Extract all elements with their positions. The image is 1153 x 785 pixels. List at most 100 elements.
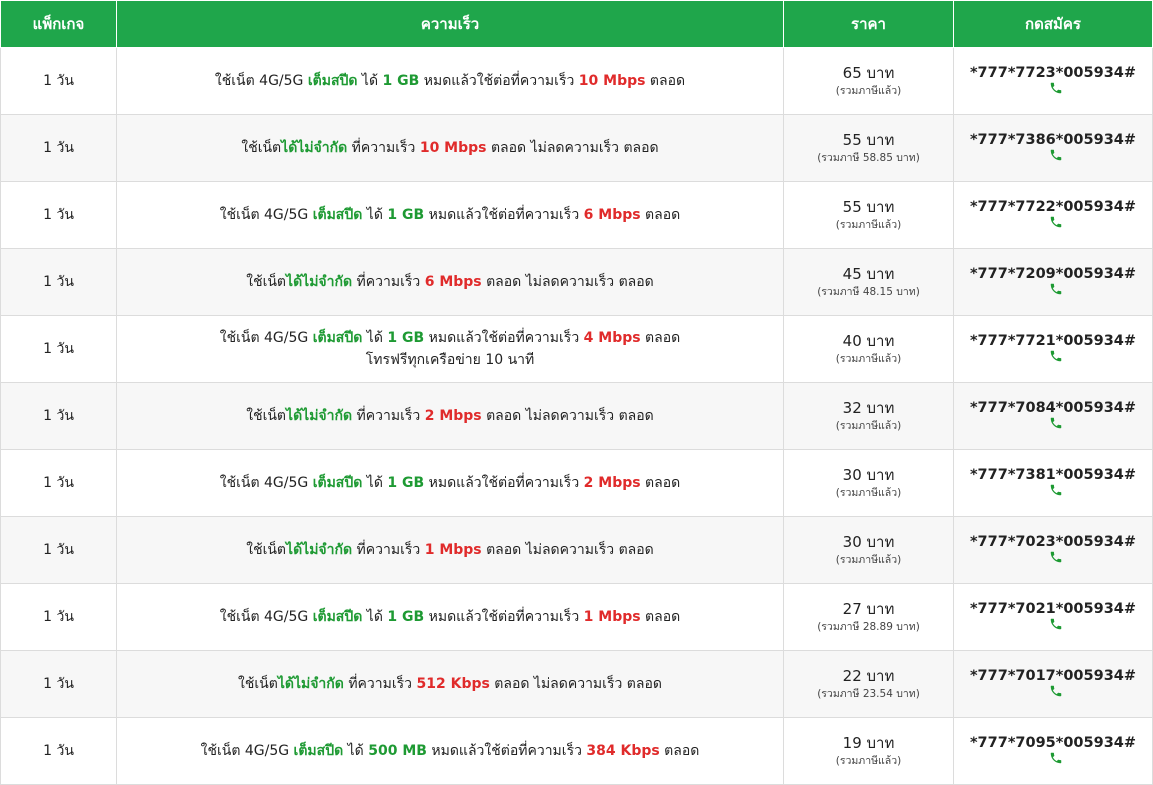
- dial-code[interactable]: *777*7017*005934#: [970, 668, 1136, 684]
- desc-text: ใช้เน็ต: [246, 408, 287, 424]
- price-value: 27 บาท: [842, 600, 895, 618]
- dial-code-cell[interactable]: *777*7721*005934#: [953, 315, 1153, 383]
- desc-text: ได้: [362, 475, 388, 491]
- price-tax-note: (รวมภาษีแล้ว): [835, 85, 902, 97]
- package-price: 40 บาท (รวมภาษีแล้ว): [783, 315, 954, 383]
- desc-highlight-speed: 512 Kbps: [416, 676, 490, 692]
- dial-code[interactable]: *777*7084*005934#: [970, 400, 1136, 416]
- package-price: 30 บาท (รวมภาษีแล้ว): [783, 449, 954, 517]
- desc-highlight-unlimited: ได้ไม่จำกัด: [277, 676, 344, 692]
- desc-highlight-speed: 6 Mbps: [583, 207, 641, 223]
- desc-highlight-unlimited: ได้ไม่จำกัด: [281, 140, 348, 156]
- table-row: 1 วัน ใช้เน็ต 4G/5G เต็มสปีด ได้ 1 GB หมด…: [0, 315, 1153, 383]
- dial-code[interactable]: *777*7021*005934#: [970, 601, 1136, 617]
- dial-code[interactable]: *777*7723*005934#: [970, 65, 1136, 81]
- desc-text: ที่ความเร็ว: [352, 408, 425, 424]
- package-duration: 1 วัน: [0, 583, 117, 651]
- desc-highlight-speed: 4 Mbps: [583, 330, 641, 346]
- desc-text: ได้: [362, 207, 388, 223]
- package-duration: 1 วัน: [0, 717, 117, 785]
- package-price: 19 บาท (รวมภาษีแล้ว): [783, 717, 954, 785]
- phone-icon: [1050, 350, 1062, 362]
- dial-code[interactable]: *777*7381*005934#: [970, 467, 1136, 483]
- price-tax-note: (รวมภาษี 28.89 บาท): [817, 621, 920, 633]
- table-row: 1 วัน ใช้เน็ตได้ไม่จำกัด ที่ความเร็ว 1 Mb…: [0, 516, 1153, 584]
- dial-code-cell[interactable]: *777*7209*005934#: [953, 248, 1153, 316]
- desc-text: ใช้เน็ต: [246, 274, 287, 290]
- dial-code-cell[interactable]: *777*7723*005934#: [953, 47, 1153, 115]
- desc-text: ได้: [362, 330, 388, 346]
- desc-highlight-fullspeed: เต็มสปีด: [312, 207, 363, 223]
- price-tax-note: (รวมภาษีแล้ว): [835, 219, 902, 231]
- package-description: ใช้เน็ต 4G/5G เต็มสปีด ได้ 1 GB หมดแล้วใ…: [116, 181, 784, 249]
- dial-code[interactable]: *777*7209*005934#: [970, 266, 1136, 282]
- price-value: 30 บาท: [842, 533, 895, 551]
- dial-code-cell[interactable]: *777*7021*005934#: [953, 583, 1153, 651]
- dial-code[interactable]: *777*7722*005934#: [970, 199, 1136, 215]
- package-price: 55 บาท (รวมภาษีแล้ว): [783, 181, 954, 249]
- dial-code[interactable]: *777*7023*005934#: [970, 534, 1136, 550]
- phone-icon: [1050, 484, 1062, 496]
- dial-code-cell[interactable]: *777*7023*005934#: [953, 516, 1153, 584]
- package-description: ใช้เน็ต 4G/5G เต็มสปีด ได้ 500 MB หมดแล้…: [116, 717, 784, 785]
- dial-code-cell[interactable]: *777*7381*005934#: [953, 449, 1153, 517]
- price-value: 19 บาท: [842, 734, 895, 752]
- desc-highlight-quota: 1 GB: [382, 73, 420, 89]
- desc-highlight-speed: 2 Mbps: [424, 408, 482, 424]
- dial-code[interactable]: *777*7095*005934#: [970, 735, 1136, 751]
- price-tax-note: (รวมภาษี 23.54 บาท): [817, 688, 920, 700]
- header-dial: กดสมัคร: [953, 0, 1153, 48]
- package-price: 27 บาท (รวมภาษี 28.89 บาท): [783, 583, 954, 651]
- desc-text: ใช้เน็ต: [246, 542, 287, 558]
- price-value: 65 บาท: [842, 64, 895, 82]
- package-description: ใช้เน็ตได้ไม่จำกัด ที่ความเร็ว 1 Mbps ตล…: [116, 516, 784, 584]
- dial-code-cell[interactable]: *777*7095*005934#: [953, 717, 1153, 785]
- price-tax-note: (รวมภาษี 58.85 บาท): [817, 152, 920, 164]
- desc-text: หมดแล้วใช้ต่อที่ความเร็ว: [424, 207, 584, 223]
- table-row: 1 วัน ใช้เน็ตได้ไม่จำกัด ที่ความเร็ว 10 M…: [0, 114, 1153, 182]
- desc-highlight-quota: 1 GB: [387, 330, 425, 346]
- desc-text: ตลอด ไม่ลดความเร็ว ตลอด: [481, 274, 654, 290]
- price-tax-note: (รวมภาษีแล้ว): [835, 554, 902, 566]
- desc-highlight-unlimited: ได้ไม่จำกัด: [286, 408, 353, 424]
- dial-code[interactable]: *777*7721*005934#: [970, 333, 1136, 349]
- desc-text: ใช้เน็ต: [238, 676, 278, 692]
- table-row: 1 วัน ใช้เน็ตได้ไม่จำกัด ที่ความเร็ว 2 Mb…: [0, 382, 1153, 450]
- price-value: 32 บาท: [842, 399, 895, 417]
- desc-text: ใช้เน็ต 4G/5G: [200, 743, 294, 759]
- dial-code-cell[interactable]: *777*7017*005934#: [953, 650, 1153, 718]
- desc-text: ตลอด ไม่ลดความเร็ว ตลอด: [481, 408, 654, 424]
- package-price: 65 บาท (รวมภาษีแล้ว): [783, 47, 954, 115]
- desc-highlight-speed: 1 Mbps: [583, 609, 641, 625]
- price-tax-note: (รวมภาษี 48.15 บาท): [817, 286, 920, 298]
- package-duration: 1 วัน: [0, 382, 117, 450]
- header-price: ราคา: [783, 0, 954, 48]
- dial-code[interactable]: *777*7386*005934#: [970, 132, 1136, 148]
- desc-text: หมดแล้วใช้ต่อที่ความเร็ว: [424, 330, 584, 346]
- package-duration: 1 วัน: [0, 650, 117, 718]
- header-speed: ความเร็ว: [116, 0, 784, 48]
- table-row: 1 วัน ใช้เน็ต 4G/5G เต็มสปีด ได้ 1 GB หมด…: [0, 583, 1153, 651]
- package-duration: 1 วัน: [0, 516, 117, 584]
- desc-highlight-speed: 384 Kbps: [586, 743, 660, 759]
- desc-text: ตลอด: [640, 207, 681, 223]
- package-description: ใช้เน็ต 4G/5G เต็มสปีด ได้ 1 GB หมดแล้วใ…: [116, 583, 784, 651]
- dial-code-cell[interactable]: *777*7386*005934#: [953, 114, 1153, 182]
- price-value: 45 บาท: [842, 265, 895, 283]
- table-row: 1 วัน ใช้เน็ตได้ไม่จำกัด ที่ความเร็ว 512 …: [0, 650, 1153, 718]
- table-row: 1 วัน ใช้เน็ต 4G/5G เต็มสปีด ได้ 1 GB หมด…: [0, 181, 1153, 249]
- price-value: 40 บาท: [842, 332, 895, 350]
- desc-text: หมดแล้วใช้ต่อที่ความเร็ว: [424, 475, 584, 491]
- package-price: 45 บาท (รวมภาษี 48.15 บาท): [783, 248, 954, 316]
- desc-text: ตลอด: [645, 73, 686, 89]
- package-description: ใช้เน็ต 4G/5G เต็มสปีด ได้ 1 GB หมดแล้วใ…: [116, 47, 784, 115]
- price-tax-note: (รวมภาษีแล้ว): [835, 755, 902, 767]
- desc-highlight-speed: 6 Mbps: [424, 274, 482, 290]
- desc-text: ใช้เน็ต 4G/5G: [219, 207, 313, 223]
- dial-code-cell[interactable]: *777*7722*005934#: [953, 181, 1153, 249]
- desc-text: ใช้เน็ต 4G/5G: [214, 73, 308, 89]
- dial-code-cell[interactable]: *777*7084*005934#: [953, 382, 1153, 450]
- desc-text: ได้: [362, 609, 388, 625]
- header-package: แพ็กเกจ: [0, 0, 117, 48]
- package-table: แพ็กเกจ ความเร็ว ราคา กดสมัคร 1 วัน ใช้เน…: [0, 0, 1153, 785]
